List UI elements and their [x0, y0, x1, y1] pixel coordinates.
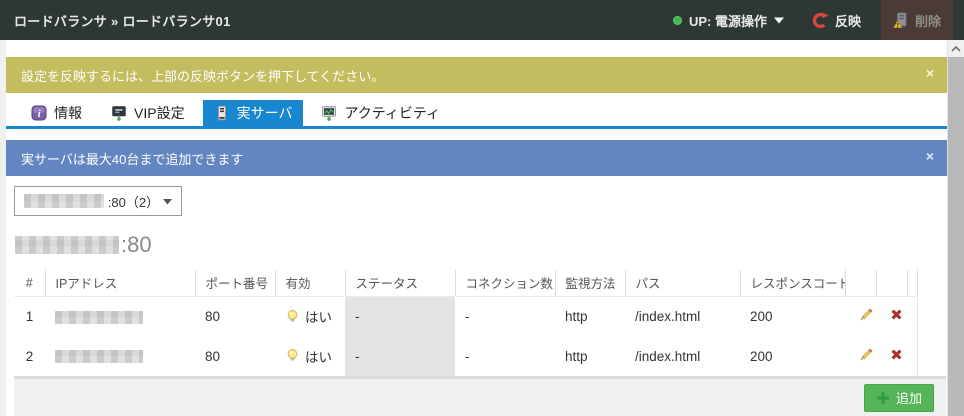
tab-activity-label: アクティビティ — [344, 103, 440, 123]
col-num: # — [14, 270, 45, 296]
tab-activity[interactable]: アクティビティ — [310, 100, 451, 126]
breadcrumb: ロードバランサ » ロードバランサ01 — [0, 11, 231, 30]
chevron-down-icon — [163, 198, 172, 205]
tab-vip-settings[interactable]: VIP設定 — [100, 100, 196, 126]
real-servers-table: # IPアドレス ポート番号 有効 ステータス コネクション数 監視方法 パス … — [14, 270, 918, 376]
row-connections: - — [455, 336, 555, 376]
apply-label: 反映 — [835, 11, 861, 30]
tab-real-servers-label: 実サーバ — [237, 103, 293, 123]
lightbulb-icon — [285, 348, 300, 363]
tab-real-servers[interactable]: 実サーバ — [203, 100, 304, 126]
topbar-actions: UP: 電源操作 反映 — [673, 0, 964, 40]
row-path: /index.html — [625, 296, 740, 336]
row-monitor: http — [555, 296, 625, 336]
delete-row-button[interactable] — [876, 296, 907, 336]
row-enabled: はい — [275, 296, 345, 336]
row-ip — [45, 296, 195, 336]
delete-row-button[interactable] — [876, 336, 907, 376]
row-path: /index.html — [625, 336, 740, 376]
add-button[interactable]: 追加 — [864, 384, 934, 412]
delete-button[interactable]: 削除 — [881, 0, 953, 40]
main-content: 設定を反映するには、上部の反映ボタンを押下してください。 × i 情報 — [6, 40, 947, 416]
col-connections: コネクション数 — [455, 270, 555, 296]
scrollbar[interactable] — [947, 40, 964, 416]
col-edit — [845, 270, 876, 296]
edit-row-button[interactable] — [845, 336, 876, 376]
edit-row-button[interactable] — [845, 296, 876, 336]
warning-banner-text: 設定を反映するには、上部の反映ボタンを押下してください。 — [21, 66, 384, 85]
activity-icon — [321, 105, 337, 121]
server-warning-icon — [893, 12, 909, 28]
vip-select-dropdown[interactable]: :80（2） — [14, 186, 182, 216]
row-ip — [45, 336, 195, 376]
scroll-up-button[interactable] — [948, 40, 964, 57]
col-response-code: レスポンスコード — [740, 270, 845, 296]
chevron-up-icon — [951, 46, 961, 52]
tab-info-label: 情報 — [54, 103, 82, 123]
tab-vip-settings-label: VIP設定 — [134, 103, 185, 123]
row-status: - — [345, 296, 455, 336]
apply-button[interactable]: 反映 — [812, 11, 861, 30]
col-delete — [876, 270, 907, 296]
pencil-icon — [858, 307, 874, 323]
pencil-icon — [858, 347, 874, 363]
topbar: ロードバランサ » ロードバランサ01 UP: 電源操作 反映 — [0, 0, 964, 40]
tab-info[interactable]: i 情報 — [20, 100, 93, 126]
add-button-label: 追加 — [896, 388, 922, 407]
refresh-icon — [812, 12, 829, 29]
svg-text:i: i — [38, 109, 41, 120]
col-path: パス — [625, 270, 740, 296]
row-port: 80 — [195, 336, 275, 376]
x-icon — [889, 307, 904, 322]
table-row: 2 80 はい — [14, 336, 917, 376]
close-icon[interactable]: × — [926, 149, 934, 163]
row-monitor: http — [555, 336, 625, 376]
vip-heading: :80 — [15, 232, 947, 258]
col-spacer — [907, 270, 917, 296]
redacted-ip-block — [15, 236, 119, 254]
col-port: ポート番号 — [195, 270, 275, 296]
row-port: 80 — [195, 296, 275, 336]
scrollbar-thumb[interactable] — [948, 57, 964, 416]
col-monitor: 監視方法 — [555, 270, 625, 296]
row-enabled: はい — [275, 336, 345, 376]
plus-icon — [876, 391, 890, 405]
info-banner-text: 実サーバは最大40台まで追加できます — [21, 149, 243, 168]
row-response-code: 200 — [740, 336, 845, 376]
x-icon — [889, 347, 904, 362]
apply-warning-banner: 設定を反映するには、上部の反映ボタンを押下してください。 × — [6, 57, 947, 93]
info-icon: i — [31, 105, 47, 121]
row-response-code: 200 — [740, 296, 845, 336]
chevron-down-icon — [774, 16, 784, 24]
table-header-row: # IPアドレス ポート番号 有効 ステータス コネクション数 監視方法 パス … — [14, 270, 917, 296]
lightbulb-icon — [285, 309, 300, 324]
col-enabled: 有効 — [275, 270, 345, 296]
delete-label: 削除 — [915, 11, 941, 30]
vip-heading-suffix: :80 — [121, 232, 152, 258]
vip-select-value: :80（2） — [108, 192, 159, 211]
col-status: ステータス — [345, 270, 455, 296]
max-servers-banner: 実サーバは最大40台まで追加できます × — [6, 140, 947, 176]
row-status: - — [345, 336, 455, 376]
redacted-ip-block — [55, 311, 143, 324]
table-row: 1 80 はい — [14, 296, 917, 336]
row-connections: - — [455, 296, 555, 336]
tab-bar: i 情報 VIP設定 — [6, 100, 947, 129]
close-icon[interactable]: × — [926, 66, 934, 80]
power-menu-button[interactable]: UP: 電源操作 — [673, 11, 784, 30]
col-ip: IPアドレス — [45, 270, 195, 296]
row-num: 2 — [14, 336, 45, 376]
status-up-dot — [673, 16, 682, 25]
redacted-ip-block — [24, 194, 104, 208]
redacted-ip-block — [55, 350, 143, 363]
row-num: 1 — [14, 296, 45, 336]
server-icon — [214, 105, 230, 121]
table-footer: 追加 — [14, 376, 946, 416]
network-icon — [111, 105, 127, 121]
power-menu-label: UP: 電源操作 — [689, 11, 767, 30]
